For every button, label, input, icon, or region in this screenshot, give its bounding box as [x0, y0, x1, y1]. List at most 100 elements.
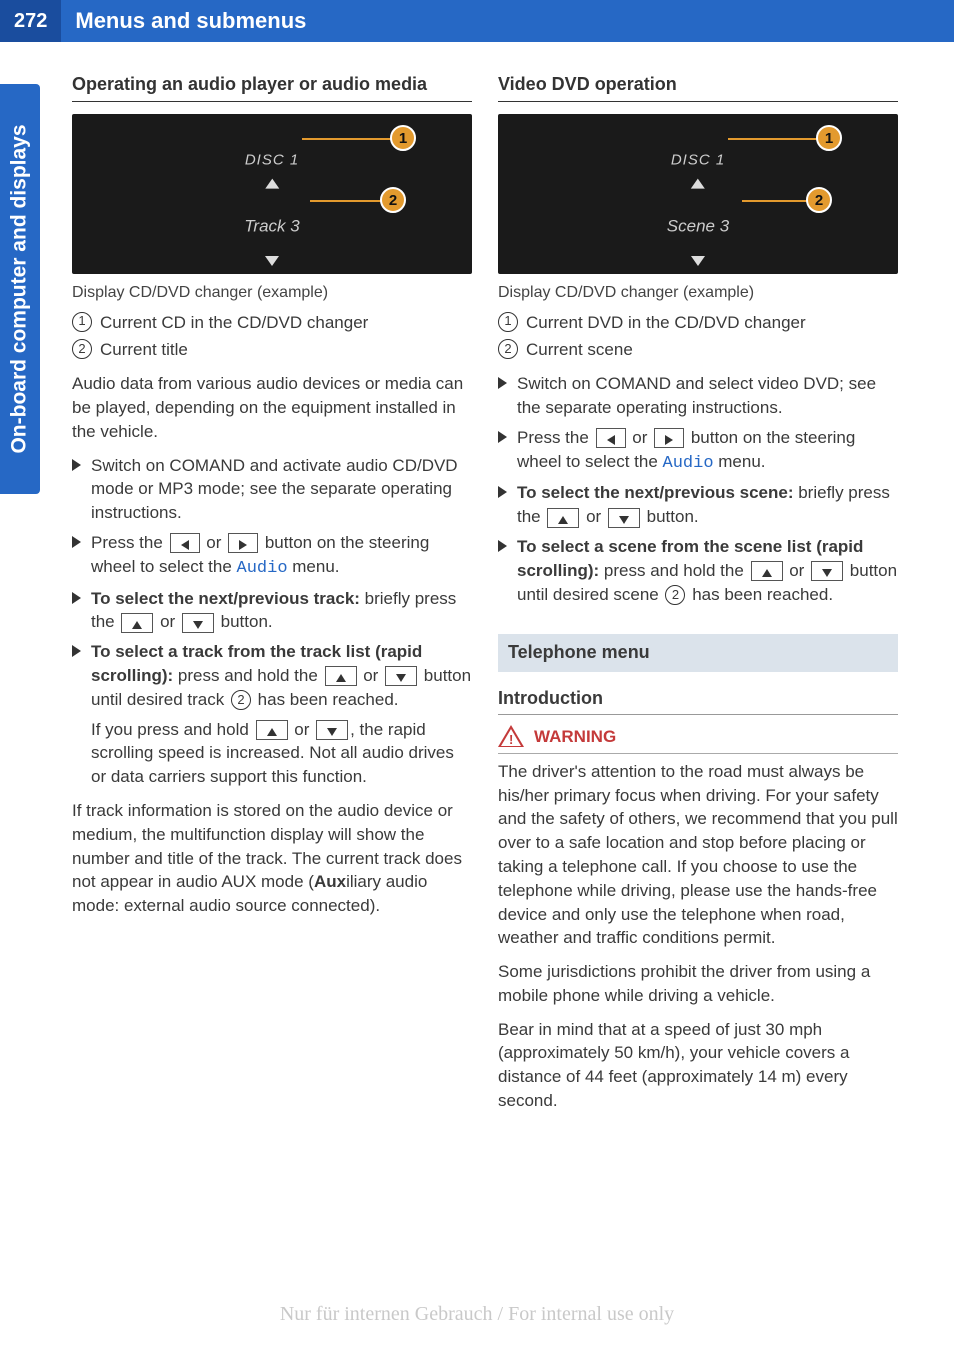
step-text: Switch on COMAND and select video DVD; s… [517, 372, 898, 420]
text: has been reached. [687, 585, 833, 604]
enum-2-text: Current title [100, 338, 188, 362]
left-caption: Display CD/DVD changer (example) [72, 282, 472, 304]
text: or [785, 561, 810, 580]
left-column: Operating an audio player or audio media… [72, 72, 472, 1123]
bold-text: Aux [314, 872, 346, 891]
content-columns: Operating an audio player or audio media… [0, 42, 954, 1123]
warning-header: ! WARNING [498, 725, 898, 754]
dash-scene-label: Scene 3 [667, 215, 729, 239]
enum-row: 1 Current DVD in the CD/DVD changer [498, 311, 898, 335]
bold-text: To select the next/previous scene: [517, 483, 794, 502]
text: button. [642, 507, 699, 526]
enum-1-icon: 1 [72, 312, 92, 332]
warning-paragraph: Some jurisdictions prohibit the driver f… [498, 960, 898, 1008]
step-item: To select the next/previous scene: brief… [498, 481, 898, 529]
right-button-key [654, 428, 684, 448]
enum-2-text: Current scene [526, 338, 633, 362]
warning-icon: ! [498, 725, 524, 749]
subsection-heading: Introduction [498, 686, 898, 715]
step-item: Switch on COMAND and activate audio CD/D… [72, 454, 472, 525]
left-button-key [170, 533, 200, 553]
down-button-key [811, 561, 843, 581]
callout-1: 1 [390, 125, 416, 151]
step-arrow-icon [72, 645, 81, 657]
callout-line-2 [742, 200, 808, 202]
callout-line-2 [310, 200, 382, 202]
warning-paragraph: The driver's attention to the road must … [498, 760, 898, 950]
step-arrow-icon [498, 486, 507, 498]
enum-1-text: Current DVD in the CD/DVD changer [526, 311, 806, 335]
enum-row: 2Current title [72, 338, 472, 362]
step-arrow-icon [498, 377, 507, 389]
inline-enum-2-icon: 2 [665, 585, 685, 605]
callout-2: 2 [380, 187, 406, 213]
down-button-key [385, 666, 417, 686]
text: menu. [288, 557, 340, 576]
step-arrow-icon [72, 459, 81, 471]
watermark: Nur für internen Gebrauch / For internal… [0, 1303, 954, 1326]
left-heading: Operating an audio player or audio media [72, 72, 472, 102]
right-column: Video DVD operation DISC 1 Scene 3 1 2 D… [498, 72, 898, 1123]
step-arrow-icon [72, 592, 81, 604]
inline-enum-2-icon: 2 [231, 690, 251, 710]
step-note: If you press and hold or , the rapid scr… [91, 718, 472, 789]
right-button-key [228, 533, 258, 553]
section-title: Telephone menu [498, 634, 898, 671]
left-button-key [596, 428, 626, 448]
step-text: To select the next/previous scene: brief… [517, 481, 898, 529]
up-button-key [256, 720, 288, 740]
step-arrow-icon [72, 536, 81, 548]
text: press and hold the [599, 561, 748, 580]
callout-line-1 [728, 138, 818, 140]
paragraph: If track information is stored on the au… [72, 799, 472, 918]
text: press and hold the [173, 666, 322, 685]
right-heading: Video DVD operation [498, 72, 898, 102]
header-title: Menus and submenus [61, 8, 306, 34]
text: Press the [91, 533, 168, 552]
step-arrow-icon [498, 540, 507, 552]
warning-label: WARNING [534, 725, 616, 749]
down-button-key [182, 613, 214, 633]
step-arrow-icon [498, 431, 507, 443]
side-tab-label: On-board computer and displays [8, 124, 32, 453]
enum-1-text: Current CD in the CD/DVD changer [100, 311, 368, 335]
step-text: Press the or button on the steering whee… [91, 531, 472, 581]
enum-2-icon: 2 [498, 339, 518, 359]
warning-paragraph: Bear in mind that at a speed of just 30 … [498, 1018, 898, 1113]
up-button-key [121, 613, 153, 633]
up-button-key [547, 508, 579, 528]
side-tab: On-board computer and displays [0, 84, 40, 494]
step-item: Switch on COMAND and select video DVD; s… [498, 372, 898, 420]
up-button-key [325, 666, 357, 686]
up-button-key [751, 561, 783, 581]
paragraph: Audio data from various audio devices or… [72, 372, 472, 443]
text: or [290, 720, 315, 739]
page-number: 272 [0, 0, 61, 42]
text: or [581, 507, 606, 526]
dash-disc-label: DISC 1 [667, 150, 729, 171]
text: or [155, 612, 180, 631]
callout-line-1 [302, 138, 392, 140]
step-item: To select a track from the track list (r… [72, 640, 472, 789]
up-arrow-icon [265, 179, 279, 189]
callout-2: 2 [806, 187, 832, 213]
callout-1: 1 [816, 125, 842, 151]
text: has been reached. [253, 690, 399, 709]
up-arrow-icon [691, 179, 705, 189]
text: or [359, 666, 384, 685]
step-text: To select the next/previous track: brief… [91, 587, 472, 635]
step-text: To select a track from the track list (r… [91, 640, 472, 789]
enum-1-icon: 1 [498, 312, 518, 332]
down-button-key [608, 508, 640, 528]
step-item: To select a scene from the scene list (r… [498, 535, 898, 606]
down-arrow-icon [691, 256, 705, 266]
step-item: Press the or button on the steering whee… [72, 531, 472, 581]
right-caption: Display CD/DVD changer (example) [498, 282, 898, 304]
step-text: To select a scene from the scene list (r… [517, 535, 898, 606]
dash-display-right: DISC 1 Scene 3 1 2 [498, 114, 898, 274]
text: Press the [517, 428, 594, 447]
text: menu. [714, 452, 766, 471]
step-text: Press the or button on the steering whee… [517, 426, 898, 476]
text: If you press and hold [91, 720, 254, 739]
text: or [202, 533, 227, 552]
